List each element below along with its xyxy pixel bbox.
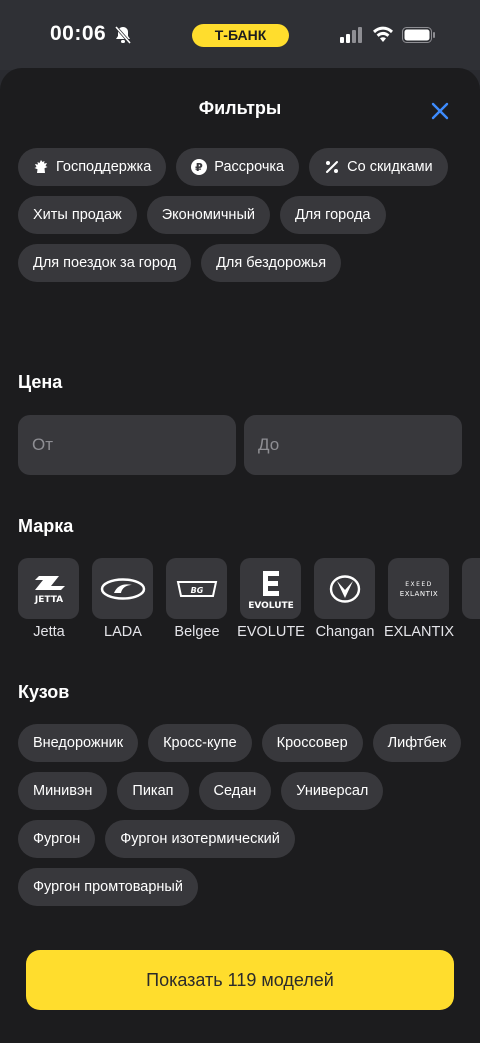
chip-label: Пикап [132, 783, 174, 799]
chip-label: Для поездок за город [33, 255, 177, 271]
chip-ekonomichny[interactable]: Экономичный [146, 196, 270, 234]
brand-evolute[interactable]: EVOLUTE EVOLUTE [237, 558, 305, 640]
chip-label: Для города [294, 207, 371, 223]
chip-body-vnedorozhnik[interactable]: Внедорожник [18, 724, 139, 762]
status-bar: 00:06 Т-БАНК [0, 0, 480, 70]
brand-name: EXLANTIX [383, 624, 455, 640]
chip-label: Со скидками [347, 159, 433, 175]
brand-exlantix[interactable]: EXEED EXLANTIX EXLANTIX [384, 558, 454, 640]
changan-logo-icon [314, 558, 375, 619]
percent-icon [324, 159, 340, 175]
evolute-logo-icon: EVOLUTE [240, 558, 301, 619]
body-type-filters: Внедорожник Кросс-купе Кроссовер Лифтбек… [18, 724, 468, 906]
exlantix-logo-icon: EXEED EXLANTIX [388, 558, 449, 619]
show-models-button[interactable]: Показать 119 моделей [26, 950, 454, 1010]
status-time: 00:06 [50, 22, 107, 45]
chip-za-gorod[interactable]: Для поездок за город [18, 244, 192, 282]
price-to-input[interactable] [244, 415, 462, 475]
battery-icon [402, 27, 436, 48]
chip-body-kross-kupe[interactable]: Кросс-купе [148, 724, 252, 762]
chip-body-furgon[interactable]: Фургон [18, 820, 96, 858]
ruble-icon: ₽ [191, 159, 208, 175]
bank-badge[interactable]: Т-БАНК [192, 24, 289, 47]
svg-text:EXEED: EXEED [405, 581, 433, 588]
brand-changan[interactable]: Changan [314, 558, 376, 640]
cellular-signal-icon [340, 27, 364, 48]
chip-label: Господдержка [56, 159, 152, 175]
chip-gospodderzhka[interactable]: Господдержка [18, 148, 167, 186]
chip-body-pikap[interactable]: Пикап [117, 772, 189, 810]
brand-lada[interactable]: LADA [92, 558, 154, 640]
price-section-title: Цена [18, 372, 63, 392]
svg-text:EXLANTIX: EXLANTIX [399, 590, 437, 598]
close-icon [431, 102, 449, 120]
close-button[interactable] [429, 100, 451, 122]
chip-label: Рассрочка [214, 159, 285, 175]
chip-label: Универсал [296, 783, 369, 799]
svg-text:EVOLUTE: EVOLUTE [248, 601, 294, 611]
chip-label: Фургон промтоварный [33, 879, 183, 895]
chip-body-miniven[interactable]: Минивэн [18, 772, 108, 810]
chip-label: Хиты продаж [33, 207, 122, 223]
chip-body-liftbek[interactable]: Лифтбек [372, 724, 462, 762]
chip-label: Кроссовер [276, 735, 348, 751]
sheet-title: Фильтры [198, 98, 282, 118]
chip-label: Для бездорожья [216, 255, 327, 271]
brand-partial[interactable] [462, 558, 480, 619]
lada-logo-icon [92, 558, 153, 619]
chip-label: Экономичный [161, 207, 255, 223]
chip-dlya-goroda[interactable]: Для города [279, 196, 386, 234]
brand-section-title: Марка [18, 516, 74, 536]
svg-text:JETTA: JETTA [33, 595, 62, 604]
svg-text:BG: BG [190, 586, 203, 595]
chip-body-universal[interactable]: Универсал [281, 772, 384, 810]
chip-body-krossover[interactable]: Кроссовер [261, 724, 363, 762]
tag-filters: Господдержка ₽ Рассрочка Со скидками Хит… [18, 148, 468, 282]
wifi-icon [372, 25, 394, 48]
chip-hity-prodazh[interactable]: Хиты продаж [18, 196, 137, 234]
price-from-input[interactable] [18, 415, 236, 475]
chip-bezdorozhye[interactable]: Для бездорожья [201, 244, 342, 282]
chip-label: Лифтбек [387, 735, 447, 751]
belgee-logo-icon: BG [166, 558, 227, 619]
chip-rassrochka[interactable]: ₽ Рассрочка [176, 148, 300, 186]
chip-label: Фургон изотермический [120, 831, 280, 847]
jetta-logo-icon: JETTA [18, 558, 79, 619]
chip-label: Седан [213, 783, 257, 799]
svg-text:₽: ₽ [195, 161, 203, 174]
brand-logo-icon [462, 558, 480, 619]
brand-jetta[interactable]: JETTA Jetta [18, 558, 80, 640]
chip-label: Фургон [33, 831, 81, 847]
bell-muted-icon [114, 26, 132, 49]
brand-belgee[interactable]: BG Belgee [166, 558, 228, 640]
body-section-title: Кузов [18, 682, 70, 702]
emblem-icon [33, 159, 49, 175]
chip-body-sedan[interactable]: Седан [198, 772, 272, 810]
chip-label: Минивэн [33, 783, 93, 799]
chip-body-furgon-promtov[interactable]: Фургон промтоварный [18, 868, 198, 906]
chip-label: Внедорожник [33, 735, 124, 751]
chip-body-furgon-izoterm[interactable]: Фургон изотермический [105, 820, 295, 858]
chip-so-skidkami[interactable]: Со скидками [309, 148, 448, 186]
chip-label: Кросс-купе [163, 735, 237, 751]
brand-carousel[interactable]: JETTA Jetta LADA BG Belgee EVOLUTE EVOLU… [18, 558, 480, 648]
